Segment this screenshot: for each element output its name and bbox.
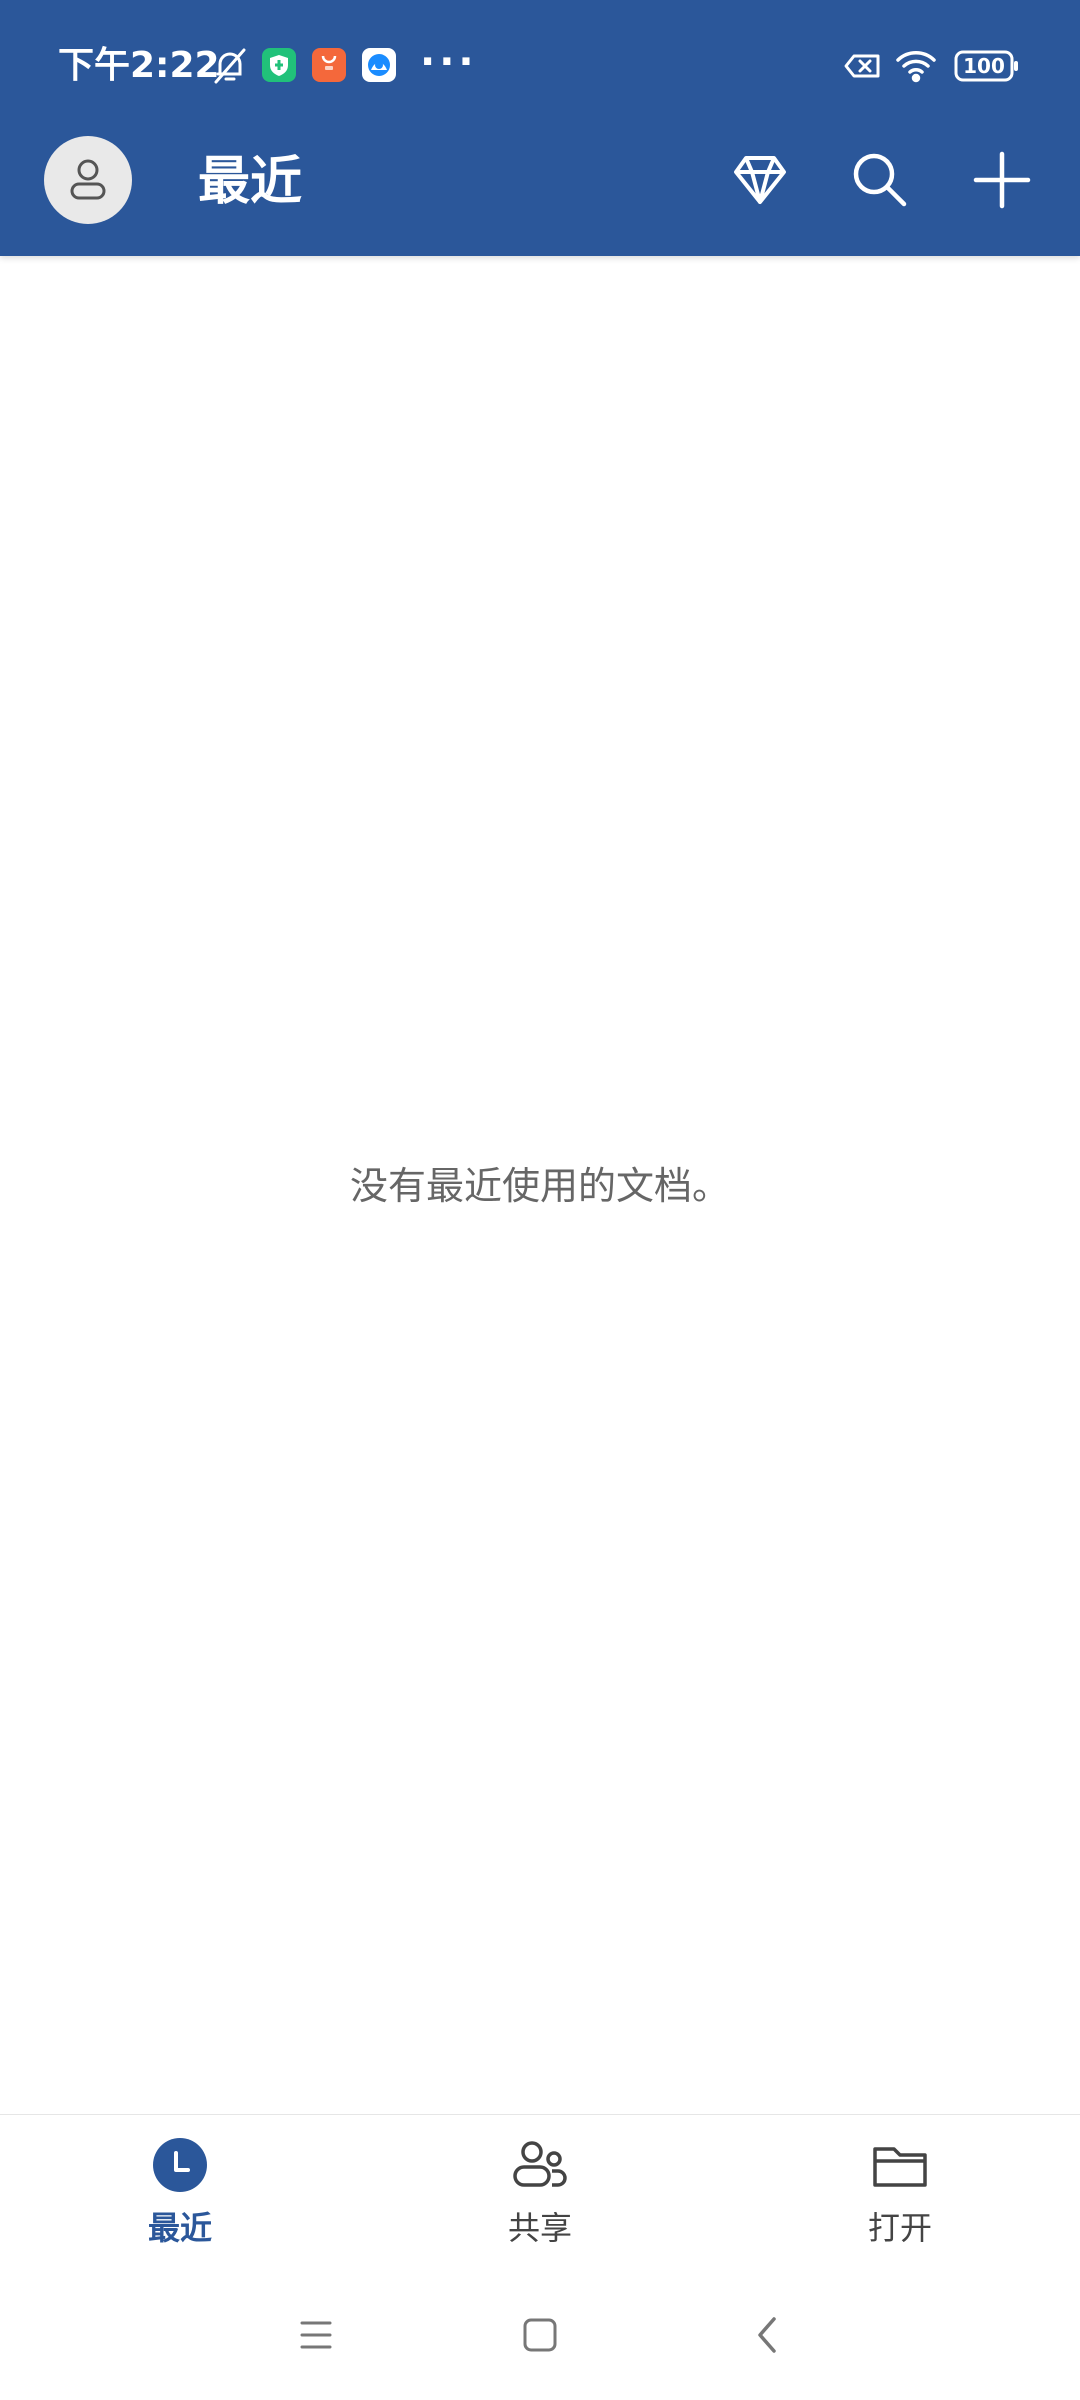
battery-icon: 100 bbox=[954, 50, 1020, 82]
nav-item-open[interactable]: 打开 bbox=[780, 2115, 1020, 2269]
add-icon[interactable] bbox=[966, 144, 1038, 216]
shop-app-icon bbox=[312, 48, 346, 82]
sim-no-signal-icon bbox=[840, 44, 884, 88]
search-icon[interactable] bbox=[844, 144, 916, 216]
nav-label-shared: 共享 bbox=[507, 2209, 572, 2247]
page-title: 最近 bbox=[198, 152, 303, 212]
wifi-icon bbox=[894, 44, 938, 88]
toolbar: 最近 bbox=[0, 130, 1080, 256]
back-icon[interactable] bbox=[738, 2305, 798, 2365]
clock-icon bbox=[152, 2137, 208, 2193]
avatar[interactable] bbox=[44, 136, 132, 224]
nav-label-recent: 最近 bbox=[147, 2209, 212, 2247]
status-time: 下午2:22 bbox=[58, 45, 220, 86]
browser-app-icon bbox=[362, 48, 396, 82]
home-icon[interactable] bbox=[510, 2305, 570, 2365]
shared-people-icon bbox=[512, 2137, 568, 2193]
folder-icon bbox=[872, 2137, 928, 2193]
security-app-icon bbox=[262, 48, 296, 82]
bottom-nav: 最近 共享 打开 bbox=[0, 2114, 1080, 2270]
nav-item-recent[interactable]: 最近 bbox=[60, 2115, 300, 2269]
status-bar: 下午2:22 ··· 100 bbox=[0, 0, 1080, 130]
premium-diamond-icon[interactable] bbox=[724, 144, 796, 216]
system-nav-bar bbox=[0, 2269, 1080, 2400]
menu-icon[interactable] bbox=[286, 2305, 346, 2365]
nav-item-shared[interactable]: 共享 bbox=[420, 2115, 660, 2269]
empty-state-message: 没有最近使用的文档。 bbox=[349, 1164, 730, 1208]
nav-label-open: 打开 bbox=[867, 2209, 932, 2247]
app-header: 下午2:22 ··· 100 最近 bbox=[0, 0, 1080, 256]
battery-level: 100 bbox=[963, 54, 1005, 78]
bell-muted-icon bbox=[208, 44, 252, 88]
status-more-indicator: ··· bbox=[420, 39, 478, 85]
